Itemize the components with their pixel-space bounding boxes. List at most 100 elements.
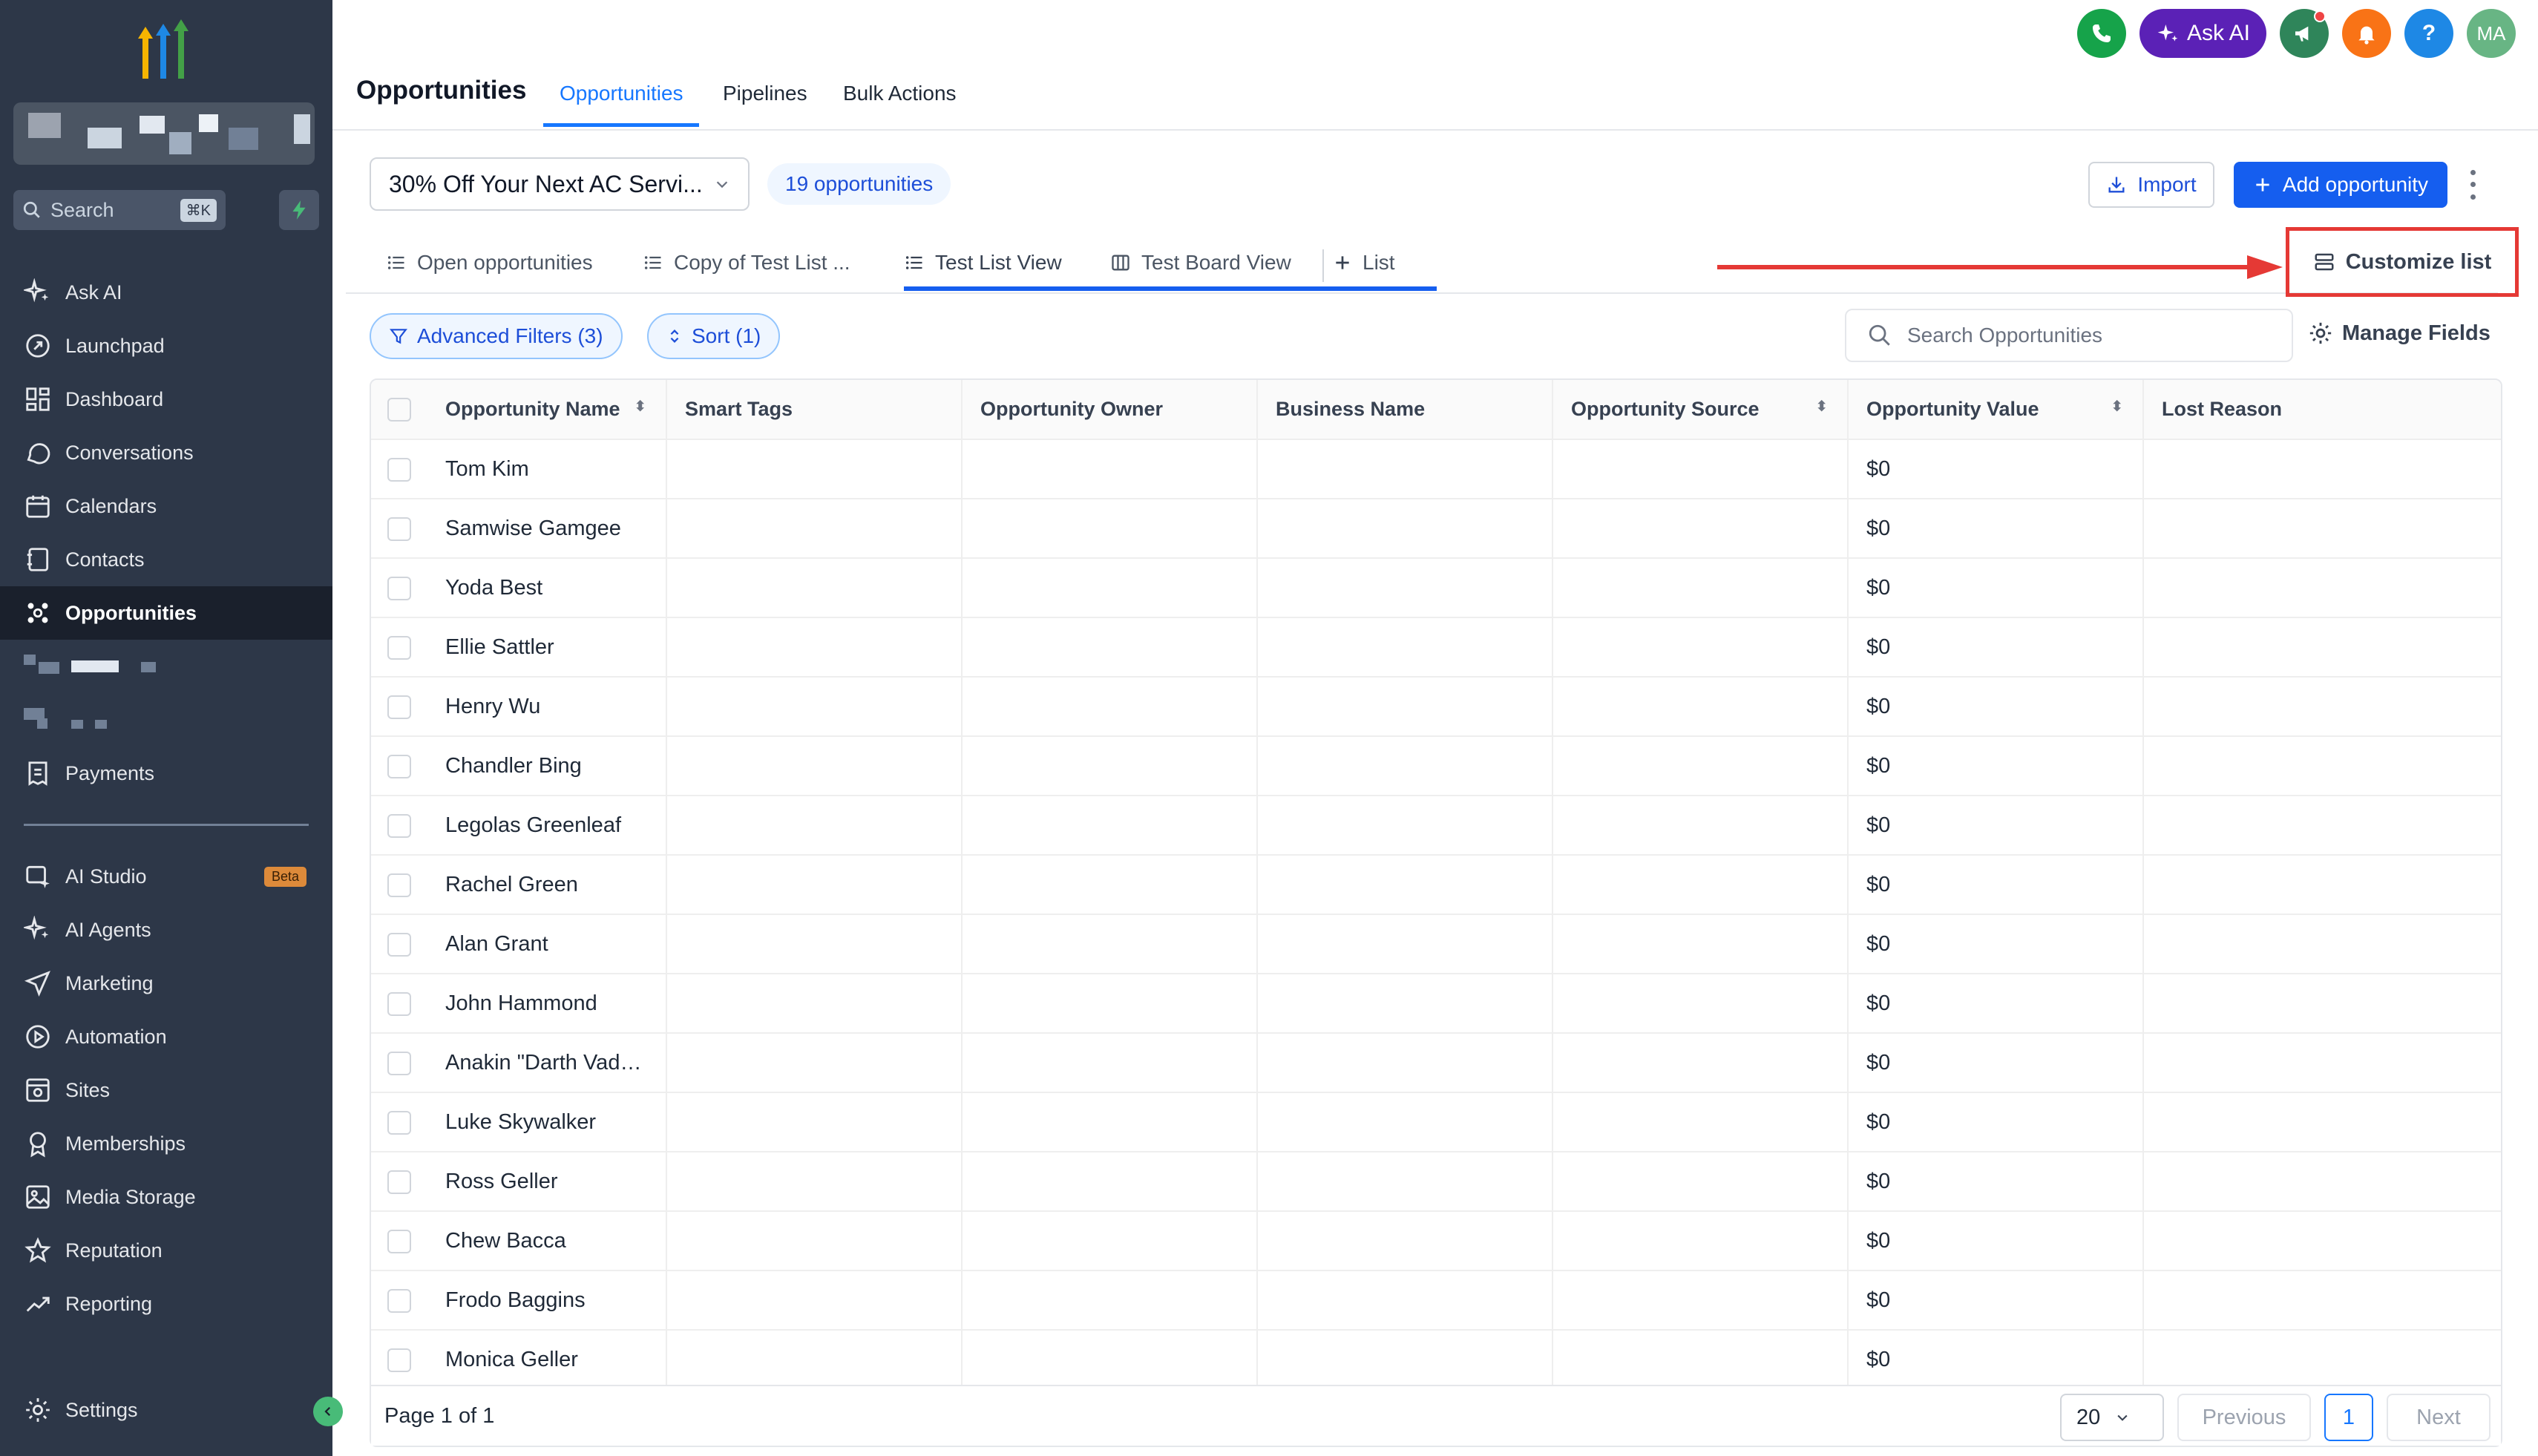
column-header-opportunity-name[interactable]: Opportunity Name ⬍ [445,380,667,440]
table-row[interactable]: Luke Skywalker $0 [371,1092,2501,1152]
table-row[interactable]: Chandler Bing $0 [371,736,2501,796]
tab-pipelines[interactable]: Pipelines [723,82,807,105]
sidebar-item-conversations[interactable]: Conversations [0,426,332,479]
next-page-button[interactable]: Next [2387,1394,2491,1441]
sidebar-item-settings[interactable]: Settings [0,1383,332,1437]
table-row[interactable]: Rachel Green $0 [371,855,2501,915]
row-checkbox[interactable] [387,754,411,778]
page-number-button[interactable]: 1 [2324,1394,2373,1441]
table-row[interactable]: Henry Wu $0 [371,677,2501,737]
sidebar-search[interactable]: Search ⌘K [13,190,226,230]
sidebar-item-contacts[interactable]: Contacts [0,533,332,586]
row-checkbox[interactable] [387,932,411,957]
row-select-cell [371,558,445,618]
table-row[interactable]: Ross Geller $0 [371,1152,2501,1212]
row-checkbox[interactable] [387,695,411,719]
row-checkbox[interactable] [387,1229,411,1253]
add-list-view-button[interactable]: List [1333,251,1395,275]
pipeline-select[interactable]: 30% Off Your Next AC Servi... [370,157,750,211]
page-size-select[interactable]: 20 [2060,1394,2164,1441]
notifications-button[interactable] [2342,9,2391,58]
sort-icon[interactable]: ⬍ [634,399,646,414]
app-logo-icon[interactable] [128,16,202,83]
sidebar-item-redacted[interactable] [0,640,332,693]
column-header-opportunity-source[interactable]: Opportunity Source ⬍ [1552,380,1849,440]
add-opportunity-button[interactable]: Add opportunity [2234,162,2447,208]
sidebar-item-media-storage[interactable]: Media Storage [0,1170,332,1224]
advanced-filters-button[interactable]: Advanced Filters (3) [370,313,623,359]
ask-ai-button[interactable]: Ask AI [2139,9,2266,58]
sidebar-item-ai-agents[interactable]: AI Agents [0,903,332,957]
gear-icon [2309,322,2332,344]
row-checkbox[interactable] [387,517,411,541]
sidebar-item-payments[interactable]: Payments [0,747,332,800]
table-row[interactable]: Frodo Baggins $0 [371,1270,2501,1331]
opportunity-value-cell: $0 [1848,1092,2144,1152]
table-row[interactable]: Anakin "Darth Vader" Sk... $0 [371,1033,2501,1093]
column-header-opportunity-owner[interactable]: Opportunity Owner [962,380,1258,440]
column-header-lost-reason[interactable]: Lost Reason [2143,380,2501,440]
table-row[interactable]: Alan Grant $0 [371,914,2501,974]
sort-icon[interactable]: ⬍ [1815,399,1828,414]
opportunity-name-cell: John Hammond [445,974,667,1034]
help-button[interactable]: ? [2404,9,2453,58]
table-row[interactable]: Ellie Sattler $0 [371,617,2501,678]
row-checkbox[interactable] [387,457,411,482]
sidebar-item-launchpad[interactable]: Launchpad [0,319,332,373]
import-button[interactable]: Import [2088,162,2214,208]
more-options-button[interactable] [2462,166,2483,203]
sidebar-item-reputation[interactable]: Reputation [0,1224,332,1277]
search-opportunities-input[interactable]: Search Opportunities [1845,309,2293,362]
row-checkbox[interactable] [387,873,411,897]
column-header-smart-tags[interactable]: Smart Tags [666,380,963,440]
quick-actions-button[interactable] [279,190,319,230]
table-row[interactable]: Chew Bacca $0 [371,1211,2501,1271]
view-tab-test-board-view[interactable]: Test Board View [1110,251,1291,275]
sidebar-item-calendars[interactable]: Calendars [0,479,332,533]
manage-fields-button[interactable]: Manage Fields [2308,321,2491,346]
sidebar-item-redacted[interactable] [0,693,332,747]
table-row[interactable]: Yoda Best $0 [371,558,2501,618]
row-checkbox[interactable] [387,1288,411,1313]
phone-button[interactable] [2076,9,2126,58]
row-checkbox[interactable] [387,1170,411,1194]
row-checkbox[interactable] [387,991,411,1016]
sidebar-item-automation[interactable]: Automation [0,1010,332,1063]
sort-icon[interactable]: ⬍ [2111,399,2123,414]
sidebar-item-opportunities[interactable]: Opportunities [0,586,332,640]
table-row[interactable]: Samwise Gamgee $0 [371,499,2501,559]
select-all-checkbox[interactable] [387,397,411,422]
sidebar-item-ai-studio[interactable]: AI Studio Beta [0,850,332,903]
announcements-button[interactable] [2280,9,2329,58]
sidebar-item-dashboard[interactable]: Dashboard [0,373,332,426]
table-row[interactable]: Tom Kim $0 [371,439,2501,499]
sort-button[interactable]: Sort (1) [647,313,781,359]
row-checkbox[interactable] [387,1348,411,1372]
sidebar-item-memberships[interactable]: Memberships [0,1117,332,1170]
sidebar-item-sites[interactable]: Sites [0,1063,332,1117]
tab-bulk-actions[interactable]: Bulk Actions [843,82,957,105]
row-checkbox[interactable] [387,635,411,660]
view-tab-copy-of-test-list[interactable]: Copy of Test List ... [643,251,850,275]
avatar[interactable]: MA [2467,9,2516,58]
previous-page-button[interactable]: Previous [2177,1394,2311,1441]
row-checkbox[interactable] [387,576,411,600]
sidebar-item-ask-ai[interactable]: Ask AI [0,266,332,319]
table-row[interactable]: John Hammond $0 [371,974,2501,1034]
account-switcher[interactable] [13,102,315,165]
sidebar-item-reporting[interactable]: Reporting [0,1277,332,1331]
collapse-sidebar-button[interactable] [313,1397,343,1426]
row-checkbox[interactable] [387,813,411,838]
table-row[interactable]: Monica Geller $0 [371,1330,2501,1390]
row-checkbox[interactable] [387,1110,411,1135]
business-name-cell [1257,914,1553,974]
column-header-opportunity-value[interactable]: Opportunity Value ⬍ [1848,380,2144,440]
row-checkbox[interactable] [387,1051,411,1075]
table-row[interactable]: Legolas Greenleaf $0 [371,796,2501,856]
customize-list-button[interactable]: Customize list [2286,227,2519,297]
column-header-business-name[interactable]: Business Name [1257,380,1553,440]
view-tab-open-opportunities[interactable]: Open opportunities [386,251,593,275]
view-tab-test-list-view[interactable]: Test List View [904,251,1062,275]
sidebar-item-marketing[interactable]: Marketing [0,957,332,1010]
tab-opportunities[interactable]: Opportunities [560,82,683,105]
